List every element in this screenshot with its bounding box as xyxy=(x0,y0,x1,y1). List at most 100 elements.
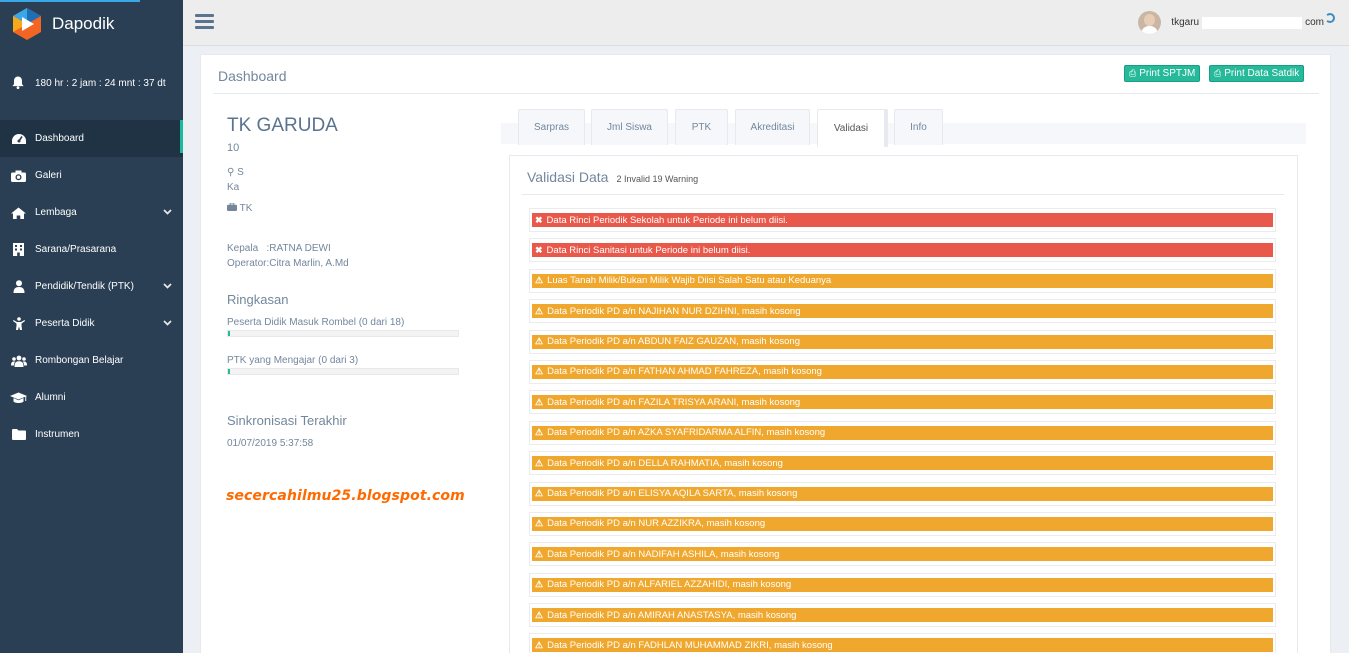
app-name: Dapodik xyxy=(52,14,115,33)
sidebar-item-dashboard[interactable]: Dashboard xyxy=(0,120,183,157)
warning-icon: ⚠ xyxy=(535,579,544,590)
address-line-2: Ka xyxy=(227,182,240,193)
validasi-summary: 2 Invalid 19 Warning xyxy=(616,174,699,184)
sidebar-item-peserta-didik[interactable]: Peserta Didik xyxy=(0,305,183,342)
invalid-alert: ✖ Data Rinci Periodik Sekolah untuk Perio… xyxy=(532,213,1273,227)
validasi-alert-row: ⚠ Data Periodik PD a/n FADHLAN MUHAMMAD Z… xyxy=(529,633,1276,653)
npsn: 10 xyxy=(227,142,240,154)
menu-toggle-icon[interactable] xyxy=(195,14,214,32)
brand[interactable]: Dapodik xyxy=(0,0,140,46)
briefcase-icon xyxy=(227,202,237,214)
warning-icon: ⚠ xyxy=(535,609,544,620)
warning-alert: ⚠ Data Periodik PD a/n NAJIHAN NUR DZIHNI… xyxy=(532,304,1273,319)
loading-spinner-icon xyxy=(1325,13,1335,23)
alert-text: Data Periodik PD a/n AZKA SYAFRIDARMA AL… xyxy=(547,427,826,439)
user-email-masked xyxy=(1202,16,1303,29)
warning-icon: ⚠ xyxy=(535,488,544,499)
ptk-progress-label: PTK yang Mengajar (0 dari 3) xyxy=(227,355,359,366)
warning-alert: ⚠ Data Periodik PD a/n ALFARIEL AZZAHIDI,… xyxy=(532,577,1273,592)
user-icon xyxy=(10,280,27,294)
warning-icon: ⚠ xyxy=(535,639,544,650)
page-title: Dashboard xyxy=(218,68,287,84)
warning-icon: ⚠ xyxy=(535,305,544,316)
sidebar-item-galeri[interactable]: Galeri xyxy=(0,157,183,194)
alert-text: Data Periodik PD a/n ELISYA AQILA SARTA,… xyxy=(547,488,798,500)
tab-info[interactable]: Info xyxy=(894,109,943,145)
dashboard-icon xyxy=(10,132,27,146)
print-sptjm-label: Print SPTJM xyxy=(1139,68,1196,79)
ringkasan-title: Ringkasan xyxy=(227,292,289,307)
validasi-alert-row: ⚠ Data Periodik PD a/n AMIRAH ANASTASYA, … xyxy=(529,603,1276,628)
tab-akreditasi[interactable]: Akreditasi xyxy=(735,109,810,145)
dapodik-logo-icon xyxy=(9,6,45,42)
user-email-prefix: tkgaru xyxy=(1171,17,1200,28)
sidebar-item-label: Sarana/Prasarana xyxy=(35,244,117,255)
rombel-progress-bar xyxy=(227,330,459,337)
alert-text: Data Periodik PD a/n AMIRAH ANASTASYA, m… xyxy=(547,609,797,621)
chevron-down-icon xyxy=(163,318,183,329)
alert-text: Data Periodik PD a/n NAJIHAN NUR DZIHNI,… xyxy=(547,305,801,317)
validasi-alert-row: ⚠ Luas Tanah Milik/Bukan Milik Wajib Diis… xyxy=(529,268,1276,293)
invalid-alert: ✖ Data Rinci Sanitasi untuk Periode ini b… xyxy=(532,243,1273,258)
alert-text: Data Periodik PD a/n NUR AZZIKRA, masih … xyxy=(547,518,766,530)
sidebar-item-lembaga[interactable]: Lembaga xyxy=(0,194,183,231)
validasi-title: Validasi Data 2 Invalid 19 Warning xyxy=(527,169,699,185)
chevron-down-icon xyxy=(163,207,183,218)
tab-ptk[interactable]: PTK xyxy=(675,109,728,145)
validasi-alert-row: ⚠ Data Periodik PD a/n AZKA SYAFRIDARMA A… xyxy=(529,420,1276,445)
bell-icon xyxy=(12,76,26,94)
print-sptjm-button[interactable]: ⎙ Print SPTJM xyxy=(1124,65,1201,82)
validasi-alert-row: ⚠ Data Periodik PD a/n FAZILA TRISYA ARAN… xyxy=(529,390,1276,415)
warning-alert: ⚠ Data Periodik PD a/n AMIRAH ANASTASYA, … xyxy=(532,608,1273,623)
topbar: tkgaru com xyxy=(183,0,1349,46)
kepala-operator: Kepala :RATNA DEWI Operator:Citra Marlin… xyxy=(227,241,349,271)
validasi-alert-row: ⚠ Data Periodik PD a/n ABDUN FAIZ GAUZAN,… xyxy=(529,329,1276,354)
school-name: TK GARUDA xyxy=(227,115,338,136)
warning-alert: ⚠ Data Periodik PD a/n FADHLAN MUHAMMAD Z… xyxy=(532,638,1273,653)
warning-icon: ⚠ xyxy=(535,518,544,529)
folder-icon xyxy=(10,428,27,442)
warning-alert: ⚠ Luas Tanah Milik/Bukan Milik Wajib Diis… xyxy=(532,273,1273,288)
building-icon xyxy=(10,243,27,257)
sidebar-item-sarana[interactable]: Sarana/Prasarana xyxy=(0,231,183,268)
alert-text: Data Periodik PD a/n FATHAN AHMAD FAHREZ… xyxy=(547,366,822,378)
sidebar-item-label: Instrumen xyxy=(35,429,80,440)
validasi-alert-row: ⚠ Data Periodik PD a/n NADIFAH ASHILA, ma… xyxy=(529,542,1276,567)
warning-icon: ⚠ xyxy=(535,548,544,559)
rombel-progress-label: Peserta Didik Masuk Rombel (0 dari 18) xyxy=(227,317,405,328)
validasi-alert-row: ⚠ Data Periodik PD a/n NUR AZZIKRA, masih… xyxy=(529,511,1276,536)
validasi-alert-list: ✖ Data Rinci Periodik Sekolah untuk Perio… xyxy=(529,208,1279,653)
warning-icon: ⚠ xyxy=(535,336,544,347)
users-icon xyxy=(10,354,27,368)
chevron-down-icon xyxy=(163,281,183,292)
warning-alert: ⚠ Data Periodik PD a/n AZKA SYAFRIDARMA A… xyxy=(532,425,1273,440)
rombel-progress-fill xyxy=(228,331,231,336)
warning-icon: ⚠ xyxy=(535,396,544,407)
tab-sarpras[interactable]: Sarpras xyxy=(518,109,585,145)
watermark-text: secercahilmu25.blogspot.com xyxy=(226,488,465,504)
kepala-sekolah: Kepala :RATNA DEWI xyxy=(227,243,331,254)
warning-alert: ⚠ Data Periodik PD a/n FAZILA TRISYA ARAN… xyxy=(532,395,1273,410)
user-menu[interactable]: tkgaru com xyxy=(1138,11,1335,34)
alert-text: Data Periodik PD a/n ABDUN FAIZ GAUZAN, … xyxy=(547,336,800,348)
sidebar-item-label: Rombongan Belajar xyxy=(35,355,124,366)
sidebar-item-instrumen[interactable]: Instrumen xyxy=(0,416,183,453)
print-icon: ⎙ xyxy=(1129,68,1137,78)
sidebar-item-rombel[interactable]: Rombongan Belajar xyxy=(0,342,183,379)
sidebar-item-ptk[interactable]: Pendidik/Tendik (PTK) xyxy=(0,268,183,305)
validasi-alert-row: ⚠ Data Periodik PD a/n ALFARIEL AZZAHIDI,… xyxy=(529,572,1276,597)
sidebar-item-label: Galeri xyxy=(35,170,62,181)
graduation-cap-icon xyxy=(10,391,27,405)
alert-text: Data Rinci Sanitasi untuk Periode ini be… xyxy=(546,244,751,256)
alert-text: Data Periodik PD a/n FADHLAN MUHAMMAD ZI… xyxy=(547,639,833,651)
ptk-progress-fill xyxy=(228,369,231,374)
sidebar-item-label: Dashboard xyxy=(35,133,84,144)
sidebar-item-alumni[interactable]: Alumni xyxy=(0,379,183,416)
sidebar-item-label: Alumni xyxy=(35,392,66,403)
alert-text: Data Periodik PD a/n ALFARIEL AZZAHIDI, … xyxy=(547,579,792,591)
print-satdik-button[interactable]: ⎙ Print Data Satdik xyxy=(1209,65,1305,82)
tab-jml-siswa[interactable]: Jml Siswa xyxy=(591,109,668,145)
tab-validasi[interactable]: Validasi xyxy=(817,109,888,147)
address-line-1: ⚲ S xyxy=(227,167,244,178)
sidebar-item-label: Pendidik/Tendik (PTK) xyxy=(35,281,134,292)
